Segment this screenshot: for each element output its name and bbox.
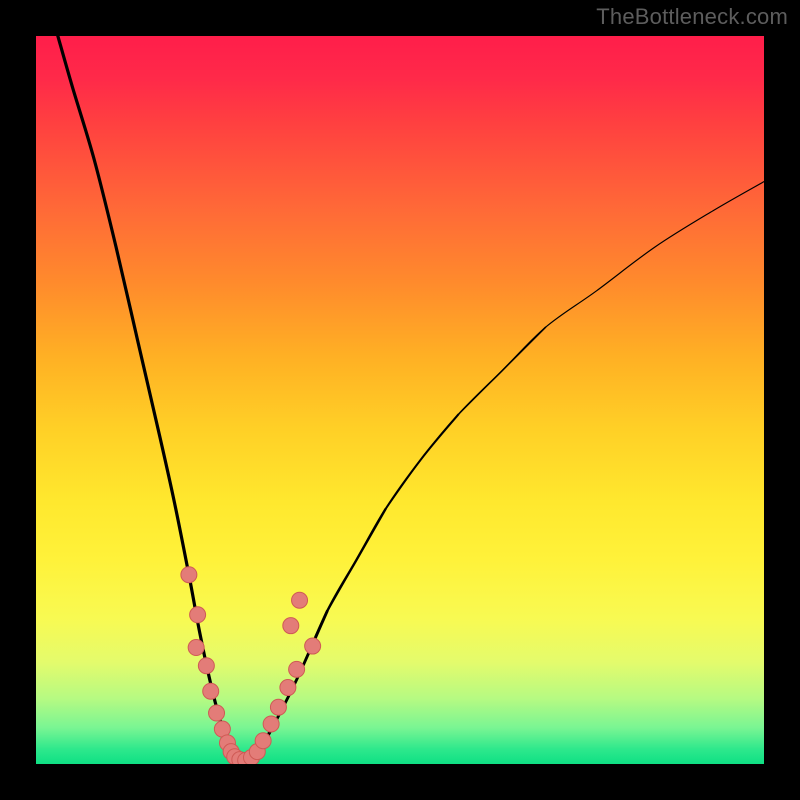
- data-point-marker: [263, 716, 279, 732]
- data-point-marker: [203, 683, 219, 699]
- data-point-marker: [190, 607, 206, 623]
- chart-outer-frame: TheBottleneck.com: [0, 0, 800, 800]
- data-point-marker: [292, 592, 308, 608]
- data-point-marker: [209, 705, 225, 721]
- curve-right-branch-seg: [327, 415, 458, 612]
- data-point-marker: [198, 658, 214, 674]
- data-point-marker: [270, 699, 286, 715]
- chart-plot-area: [36, 36, 764, 764]
- chart-svg: [36, 36, 764, 764]
- data-point-marker: [289, 661, 305, 677]
- chart-marker-layer: [181, 567, 321, 764]
- curve-left-branch: [58, 36, 242, 761]
- data-point-marker: [305, 638, 321, 654]
- curve-right-branch-seg: [385, 327, 545, 509]
- watermark-text: TheBottleneck.com: [596, 4, 788, 30]
- data-point-marker: [255, 733, 271, 749]
- data-point-marker: [181, 567, 197, 583]
- data-point-marker: [283, 618, 299, 634]
- data-point-marker: [280, 680, 296, 696]
- curve-right-branch-seg: [458, 182, 764, 415]
- data-point-marker: [188, 640, 204, 656]
- chart-curve-layer: [58, 36, 764, 761]
